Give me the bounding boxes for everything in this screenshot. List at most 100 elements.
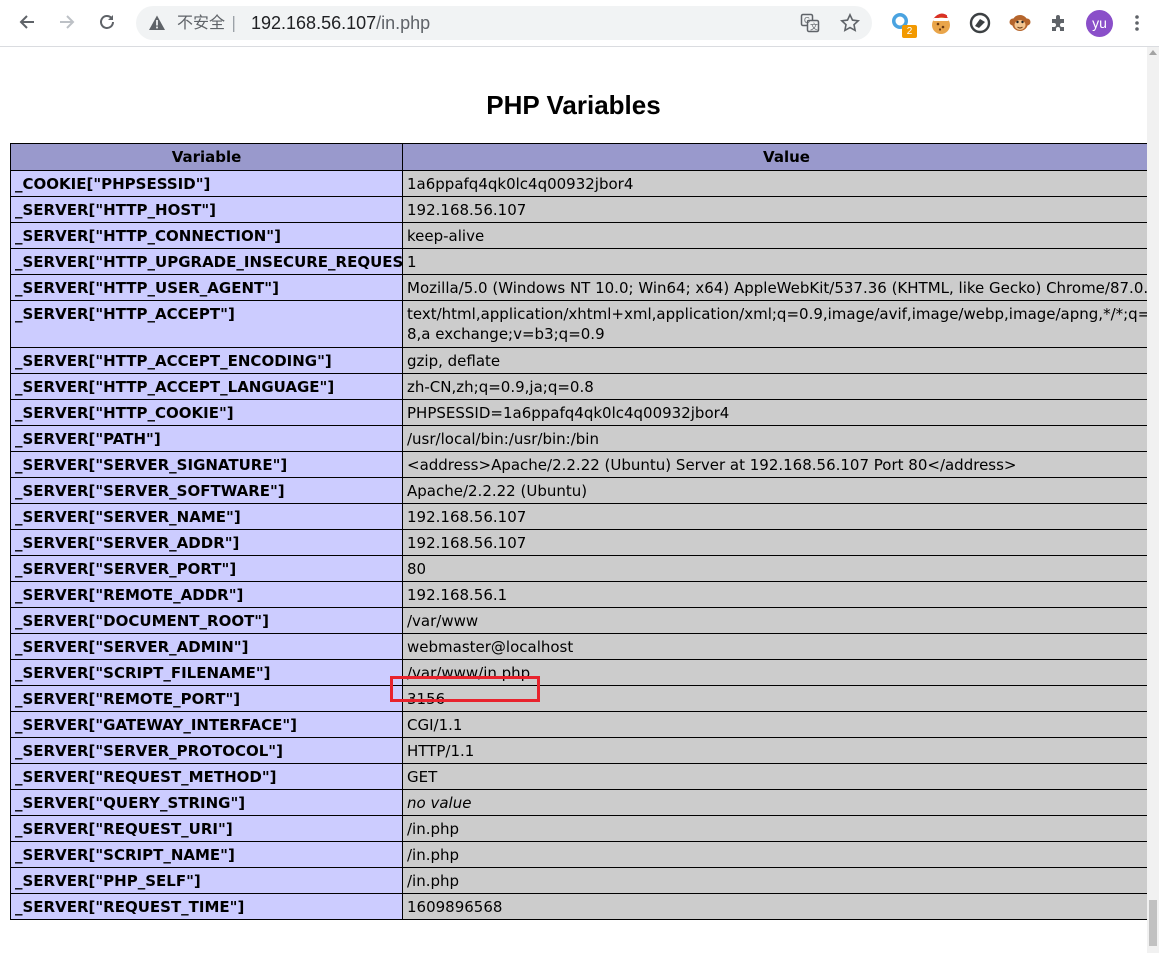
profile-avatar[interactable]: yu xyxy=(1086,10,1113,37)
variable-cell: _SERVER["SERVER_ADDR"] xyxy=(10,529,403,556)
value-cell: 192.168.56.1 xyxy=(402,581,1147,608)
url-path: /in.php xyxy=(376,13,431,33)
variable-cell: _COOKIE["PHPSESSID"] xyxy=(10,170,403,197)
variable-cell: _SERVER["PHP_SELF"] xyxy=(10,867,403,894)
page-title: PHP Variables xyxy=(486,90,661,120)
value-cell: HTTP/1.1 xyxy=(402,737,1147,764)
extensions-menu-button[interactable] xyxy=(1046,10,1072,36)
value-cell: /in.php xyxy=(402,841,1147,868)
address-bar[interactable]: 不安全 | 192.168.56.107/in.php G 文 xyxy=(136,6,872,40)
table-row: _SERVER["HTTP_ACCEPT_LANGUAGE"] zh-CN,zh;… xyxy=(10,373,1147,400)
value-cell: 1a6ppafq4qk0lc4q00932jbor4 xyxy=(402,170,1147,197)
variable-cell: _SERVER["HTTP_UPGRADE_INSECURE_REQUESTS"… xyxy=(10,248,403,275)
table-row: _SERVER["HTTP_ACCEPT_ENCODING"] gzip, def… xyxy=(10,347,1147,374)
value-cell: text/html,application/xhtml+xml,applicat… xyxy=(402,300,1147,348)
value-cell: 192.168.56.107 xyxy=(402,196,1147,223)
reload-button[interactable] xyxy=(92,7,122,37)
value-cell: PHPSESSID=1a6ppafq4qk0lc4q00932jbor4 xyxy=(402,399,1147,426)
value-cell: webmaster@localhost xyxy=(402,633,1147,660)
table-row: _SERVER["PATH"]/usr/local/bin:/usr/bin:/… xyxy=(10,425,1147,452)
scrollbar-thumb[interactable] xyxy=(1149,900,1157,946)
variable-cell: _SERVER["SERVER_ADMIN"] xyxy=(10,633,403,660)
star-icon xyxy=(840,13,860,32)
variable-cell: _SERVER["HTTP_USER_AGENT"] xyxy=(10,274,403,301)
table-body: _COOKIE["PHPSESSID"] 1a6ppafq4qk0lc4q0093… xyxy=(10,170,1147,920)
bookmark-button[interactable] xyxy=(840,13,860,33)
table-row: _SERVER["REQUEST_URI"]/in.php xyxy=(10,815,1147,842)
value-cell: gzip, deflate xyxy=(402,347,1147,374)
variable-cell: _SERVER["GATEWAY_INTERFACE"] xyxy=(10,711,403,738)
table-row: _SERVER["REMOTE_PORT"] 3156 xyxy=(10,685,1147,712)
value-cell: /var/www xyxy=(402,607,1147,634)
value-cell: CGI/1.1 xyxy=(402,711,1147,738)
extension-cookie-button[interactable] xyxy=(928,10,954,36)
url-text[interactable]: 192.168.56.107/in.php xyxy=(251,12,430,34)
forward-button[interactable] xyxy=(52,7,82,37)
variable-cell: _SERVER["SERVER_PROTOCOL"] xyxy=(10,737,403,764)
value-cell: /in.php xyxy=(402,867,1147,894)
value-cell: /var/www/in.php xyxy=(402,659,1147,686)
variable-cell: _SERVER["SERVER_SIGNATURE"] xyxy=(10,451,403,478)
translate-button[interactable]: G 文 xyxy=(800,13,820,33)
value-cell: 80 xyxy=(402,555,1147,582)
back-button[interactable] xyxy=(12,7,42,37)
table-row: _SERVER["REMOTE_ADDR"] 192.168.56.1 xyxy=(10,581,1147,608)
puzzle-icon xyxy=(1052,15,1064,31)
extension-sync-button[interactable] xyxy=(967,10,993,36)
table-header-row: Variable Value xyxy=(10,143,1147,171)
table-row: _SERVER["SERVER_SIGNATURE"] <address>Apac… xyxy=(10,451,1147,478)
table-row: _SERVER["SERVER_ADMIN"] webmaster@localho… xyxy=(10,633,1147,660)
sync-circle-icon xyxy=(969,12,991,34)
variable-cell: _SERVER["SCRIPT_NAME"] xyxy=(10,841,403,868)
table-row: _SERVER["HTTP_COOKIE"] PHPSESSID=1a6ppafq… xyxy=(10,399,1147,426)
svg-text:文: 文 xyxy=(810,22,818,32)
browser-toolbar: 不安全 | 192.168.56.107/in.php G 文 2 yu xyxy=(0,0,1159,47)
column-header-value: Value xyxy=(402,143,1147,171)
variable-cell: _SERVER["PATH"] xyxy=(10,425,403,452)
table-row: _SERVER["HTTP_HOST"] 192.168.56.107 xyxy=(10,196,1147,223)
table-row: _SERVER["HTTP_ACCEPT"] text/html,applicat… xyxy=(10,300,1147,348)
extension-badge-count: 2 xyxy=(902,25,917,38)
security-status-label[interactable]: 不安全 xyxy=(177,13,225,33)
value-cell: zh-CN,zh;q=0.9,ja;q=0.8 xyxy=(402,373,1147,400)
table-row: _SERVER["SERVER_PORT"] 80 xyxy=(10,555,1147,582)
variable-cell: _SERVER["SERVER_PORT"] xyxy=(10,555,403,582)
value-cell: /in.php xyxy=(402,815,1147,842)
table-row: _SERVER["SCRIPT_NAME"]/in.php xyxy=(10,841,1147,868)
browser-menu-button[interactable] xyxy=(1127,10,1147,36)
value-cell: 192.168.56.107 xyxy=(402,503,1147,530)
monkey-face-icon xyxy=(1009,15,1031,31)
cookie-santa-icon xyxy=(932,13,951,34)
url-separator: | xyxy=(231,13,237,32)
variable-cell: _SERVER["REQUEST_TIME"] xyxy=(10,893,403,920)
column-header-variable: Variable xyxy=(10,143,403,171)
variable-cell: _SERVER["SERVER_SOFTWARE"] xyxy=(10,477,403,504)
table-row: _SERVER["QUERY_STRING"] no value xyxy=(10,789,1147,816)
scroll-up-arrow-icon[interactable] xyxy=(1149,50,1157,55)
vertical-scrollbar[interactable] xyxy=(1147,47,1159,953)
value-cell: 1 xyxy=(402,248,1147,275)
extension-ocr-button[interactable]: 2 xyxy=(889,10,917,38)
value-cell: Mozilla/5.0 (Windows NT 10.0; Win64; x64… xyxy=(402,274,1147,301)
table-row: _SERVER["HTTP_UPGRADE_INSECURE_REQUESTS"… xyxy=(10,248,1147,275)
variable-cell: _SERVER["HTTP_ACCEPT_LANGUAGE"] xyxy=(10,373,403,400)
table-row: _COOKIE["PHPSESSID"] 1a6ppafq4qk0lc4q0093… xyxy=(10,170,1147,197)
extension-tampermonkey-button[interactable] xyxy=(1007,10,1033,36)
back-arrow-icon xyxy=(19,15,34,29)
warning-triangle-icon[interactable] xyxy=(148,14,166,32)
table-row: _SERVER["SERVER_NAME"] 192.168.56.107 xyxy=(10,503,1147,530)
forward-arrow-icon xyxy=(60,15,75,29)
value-cell: 192.168.56.107 xyxy=(402,529,1147,556)
variable-cell: _SERVER["REMOTE_PORT"] xyxy=(10,685,403,712)
variable-cell: _SERVER["HTTP_ACCEPT_ENCODING"] xyxy=(10,347,403,374)
table-row: _SERVER["DOCUMENT_ROOT"]/var/www xyxy=(10,607,1147,634)
variable-cell: _SERVER["REQUEST_METHOD"] xyxy=(10,763,403,790)
variable-cell: _SERVER["HTTP_HOST"] xyxy=(10,196,403,223)
variable-cell: _SERVER["QUERY_STRING"] xyxy=(10,789,403,816)
table-row: _SERVER["REQUEST_METHOD"] GET xyxy=(10,763,1147,790)
value-cell: <address>Apache/2.2.22 (Ubuntu) Server a… xyxy=(402,451,1147,478)
table-row: _SERVER["SERVER_ADDR"] 192.168.56.107 xyxy=(10,529,1147,556)
table-row: _SERVER["PHP_SELF"]/in.php xyxy=(10,867,1147,894)
table-row: _SERVER["REQUEST_TIME"] 1609896568 xyxy=(10,893,1147,920)
value-cell: keep-alive xyxy=(402,222,1147,249)
